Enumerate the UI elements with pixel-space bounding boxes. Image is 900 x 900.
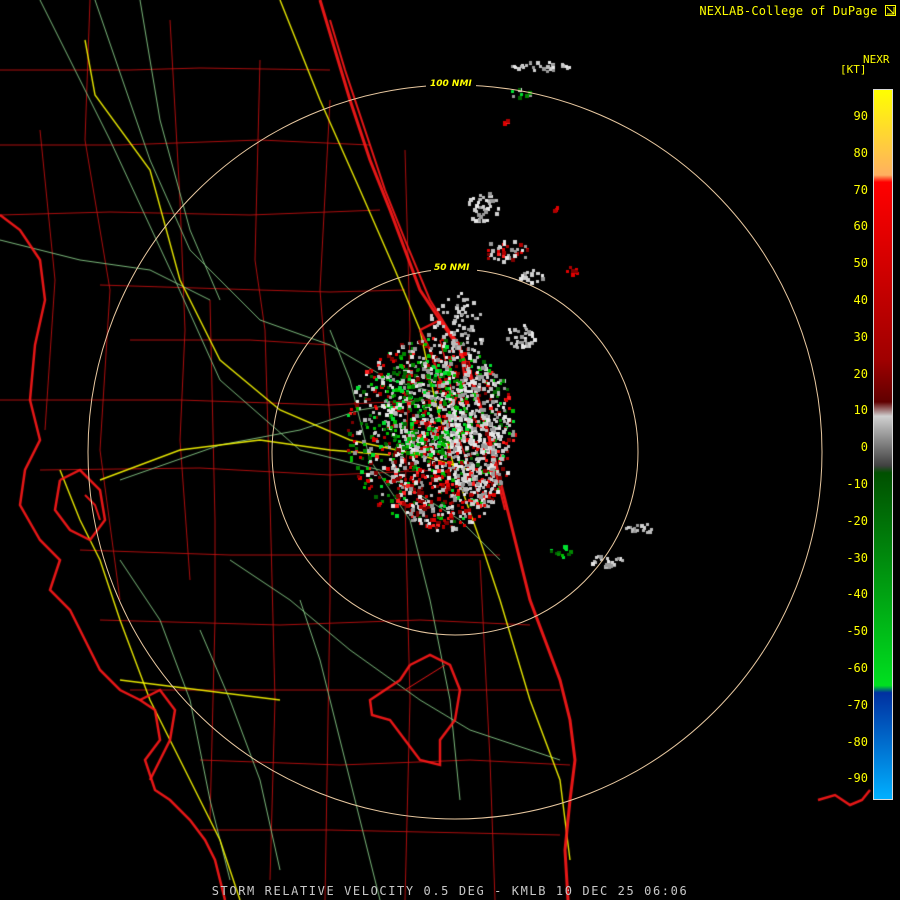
legend-tick: -40 bbox=[846, 587, 868, 602]
credit-text: NEXLAB-College of DuPage bbox=[699, 4, 878, 18]
legend-tick: 30 bbox=[853, 329, 868, 344]
product-label: STORM RELATIVE VELOCITY 0.5 DEG - KMLB 1… bbox=[211, 884, 689, 898]
legend-tick: 40 bbox=[853, 293, 868, 307]
legend-tick: -70 bbox=[846, 697, 868, 712]
range-ring-100-label: 100 NMI bbox=[430, 79, 472, 89]
legend-tick: 50 bbox=[853, 256, 868, 271]
legend-tick: -50 bbox=[846, 624, 868, 639]
range-ring-50-label: 50 NMI bbox=[434, 263, 470, 273]
credit-label: NEXLAB-College of DuPage bbox=[699, 4, 896, 18]
range-ring-overlay: 100 NMI 50 NMI bbox=[87, 76, 823, 820]
legend-tick: -60 bbox=[846, 661, 868, 675]
legend-tick: 10 bbox=[853, 403, 868, 418]
legend-tick: 60 bbox=[853, 219, 868, 234]
legend-tick: -90 bbox=[846, 771, 868, 786]
legend-tick: 0 bbox=[860, 440, 868, 455]
legend-tick: 90 bbox=[853, 109, 868, 123]
legend-tick: 80 bbox=[853, 145, 868, 160]
range-ring-50nmi bbox=[271, 268, 639, 636]
product-id: NEXR bbox=[863, 53, 890, 66]
legend-tick: -20 bbox=[846, 513, 868, 528]
legend-tick: 20 bbox=[853, 366, 868, 381]
legend-tick: 70 bbox=[853, 182, 868, 197]
cod-logo-icon bbox=[885, 5, 896, 16]
velocity-color-bar bbox=[873, 89, 893, 800]
legend-tick: -80 bbox=[846, 734, 868, 749]
legend-tick: -30 bbox=[846, 550, 868, 565]
legend-unit: [KT] bbox=[840, 63, 867, 76]
legend-tick: -10 bbox=[846, 477, 868, 491]
range-ring-100nmi bbox=[87, 84, 823, 820]
